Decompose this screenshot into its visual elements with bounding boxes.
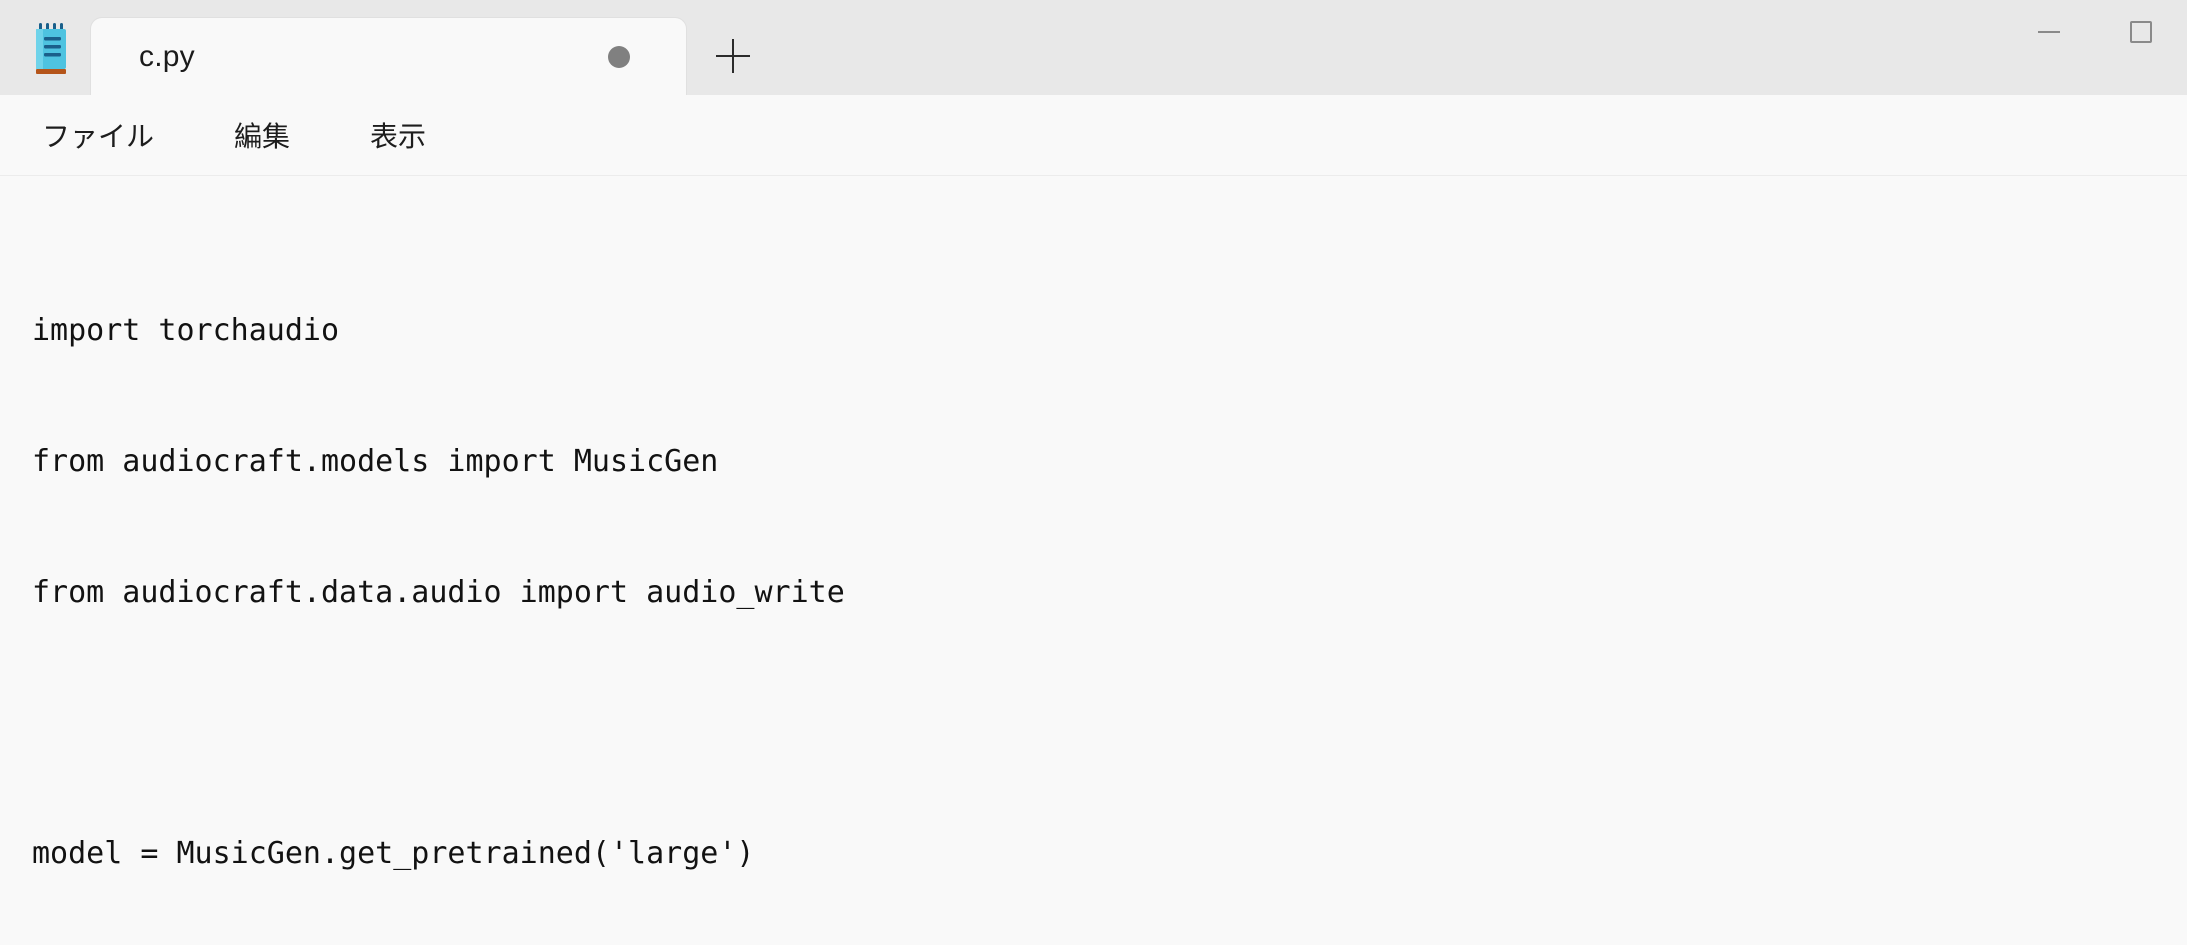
window-caption-buttons [2003, 0, 2187, 64]
unsaved-changes-dot-icon[interactable] [608, 45, 630, 68]
maximize-icon [2130, 21, 2152, 43]
notepad-icon [28, 21, 76, 77]
tab-strip: c.py [76, 0, 779, 95]
tab-c-py[interactable]: c.py [90, 17, 687, 95]
code-line: import torchaudio [32, 313, 340, 349]
minimize-button[interactable] [2003, 0, 2095, 64]
code-content[interactable]: import torchaudio from audiocraft.models… [32, 222, 2187, 945]
code-line: from audiocraft.data.audio import audio_… [32, 574, 845, 610]
menu-item-edit[interactable]: 編集 [208, 105, 316, 165]
menu-item-file[interactable]: ファイル [16, 105, 180, 165]
maximize-button[interactable] [2095, 0, 2187, 64]
minimize-icon [2038, 31, 2060, 33]
tab-title: c.py [139, 39, 195, 73]
menu-bar: ファイル 編集 表示 [0, 95, 2187, 176]
text-editor-area[interactable]: import torchaudio from audiocraft.models… [0, 176, 2187, 945]
menu-item-view[interactable]: 表示 [344, 105, 452, 165]
code-line: model = MusicGen.get_pretrained('large') [32, 836, 755, 872]
notepad-window: c.py ファイル 編集 表示 import torchaudio from a… [0, 0, 2187, 945]
new-tab-button[interactable] [687, 17, 779, 95]
title-bar: c.py [0, 0, 2187, 95]
plus-icon [716, 39, 750, 73]
code-line: from audiocraft.models import MusicGen [32, 443, 719, 479]
